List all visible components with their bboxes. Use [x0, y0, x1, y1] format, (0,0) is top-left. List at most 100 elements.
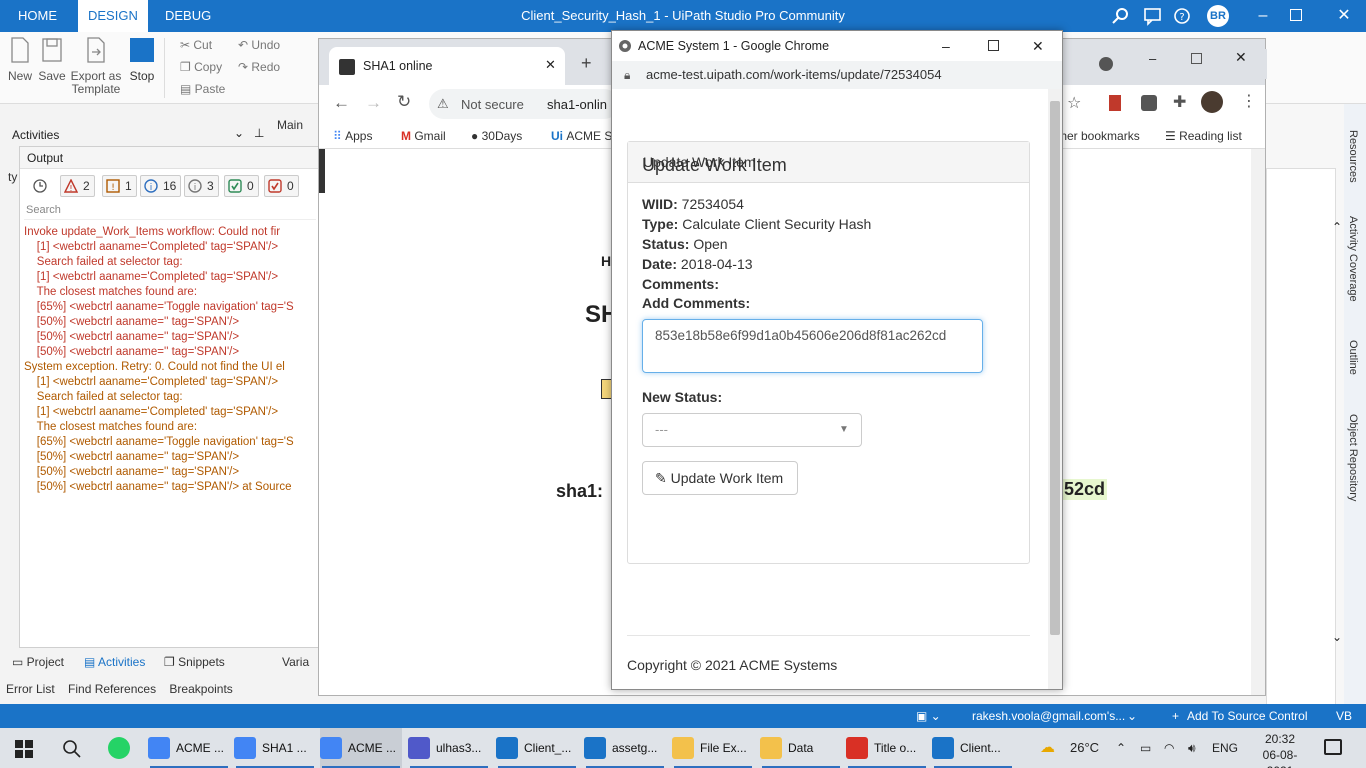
save-button[interactable]: Save [38, 36, 66, 83]
new-status-select[interactable]: --- ▼ [642, 413, 862, 447]
redo-button[interactable]: ↷ Redo [238, 60, 280, 74]
undo-button[interactable]: ↶ Undo [238, 38, 280, 52]
output-log-line[interactable]: Search failed at selector tag: [24, 390, 316, 405]
output-log-line[interactable]: [1] <webctrl aaname='Completed' tag='SPA… [24, 405, 316, 420]
output-log-line[interactable]: [50%] <webctrl aaname='' tag='SPAN'/> [24, 315, 316, 330]
main-tab[interactable]: Main [277, 118, 303, 132]
copy-button[interactable]: ❐ Copy [180, 60, 222, 74]
close-tab-icon[interactable]: ✕ [545, 57, 556, 73]
weather-icon[interactable]: ☁ [1040, 738, 1055, 756]
new-button[interactable]: New [6, 36, 34, 83]
success-filter-button[interactable]: 0 [224, 175, 259, 197]
extension-red-icon[interactable] [1109, 95, 1121, 111]
tab-project[interactable]: ▭ Project [12, 652, 64, 672]
minimize-icon[interactable]: – [942, 31, 950, 61]
clock[interactable]: 20:32 06-08-2021 [1250, 731, 1310, 768]
taskbar-item[interactable]: Data [760, 728, 842, 768]
reload-icon[interactable]: ↻ [397, 92, 411, 112]
more-menu-icon[interactable]: ⋮ [1241, 91, 1257, 111]
help-icon[interactable]: ? [1172, 6, 1194, 26]
tab-variables[interactable]: Varia [282, 652, 309, 672]
chevron-down-icon[interactable]: ⌄ [1332, 630, 1342, 644]
tab-design[interactable]: DESIGN [78, 0, 148, 32]
puzzle-icon[interactable]: ✚ [1173, 92, 1186, 112]
close-button[interactable]: ✕ [1334, 0, 1354, 32]
volume-icon[interactable]: 🔊︎ [1188, 728, 1196, 768]
output-log-line[interactable]: System exception. Retry: 0. Could not fi… [24, 360, 316, 375]
taskbar-item[interactable]: ACME ... [148, 728, 230, 768]
reading-list[interactable]: ☰ Reading list [1165, 127, 1242, 145]
extension-grey-icon[interactable] [1141, 95, 1157, 111]
chevron-up-icon[interactable]: ⌃ [1332, 220, 1342, 234]
avatar[interactable]: BR [1207, 5, 1229, 27]
sha1-tab[interactable]: SHA1 online ✕ [329, 47, 565, 85]
taskbar-item[interactable]: File Ex... [672, 728, 754, 768]
errors-filter-button[interactable]: ! 2 [60, 175, 95, 197]
export-template-button[interactable]: Export as Template [70, 36, 122, 96]
breakpoints-link[interactable]: Breakpoints [169, 682, 232, 696]
pin-icon[interactable]: ⊥ [254, 126, 264, 140]
input-language[interactable]: ENG [1212, 728, 1238, 768]
output-log-line[interactable]: [65%] <webctrl aaname='Toggle navigation… [24, 300, 316, 315]
temperature[interactable]: 26°C [1070, 728, 1099, 768]
paste-button[interactable]: ▤ Paste [180, 82, 225, 96]
minimize-icon[interactable]: – [1149, 51, 1156, 66]
source-control-button[interactable]: Add To Source Control [1187, 704, 1308, 728]
chevron-down-icon[interactable]: ⌄ [234, 126, 244, 140]
output-log-line[interactable]: The closest matches found are: [24, 285, 316, 300]
close-icon[interactable]: ✕ [1032, 31, 1044, 61]
add-comments-textarea[interactable]: 853e18b58e6f99d1a0b45606e206d8f81ac262cd [642, 319, 983, 373]
star-icon[interactable]: ☆ [1067, 93, 1081, 113]
output-log-line[interactable]: [50%] <webctrl aaname='' tag='SPAN'/> [24, 465, 316, 480]
feedback-icon[interactable] [1142, 6, 1164, 26]
taskbar-item[interactable]: Client... [932, 728, 1014, 768]
wifi-icon[interactable]: ◠ [1164, 728, 1174, 768]
tab-home[interactable]: HOME [8, 0, 67, 32]
windows-start-icon[interactable] [15, 740, 33, 758]
clock-icon[interactable] [32, 178, 48, 194]
stop-button[interactable]: Stop [128, 36, 156, 83]
taskbar-item[interactable]: SHA1 ... [234, 728, 316, 768]
battery-icon[interactable]: ▭ [1140, 728, 1151, 768]
taskbar-item[interactable]: assetg... [584, 728, 666, 768]
taskbar-item[interactable]: Title o... [846, 728, 928, 768]
minimize-button[interactable]: – [1248, 0, 1278, 32]
other-bookmarks[interactable]: ther bookmarks [1057, 127, 1140, 145]
tab-activities[interactable]: ▤ Activities [84, 652, 145, 672]
sha1-result-tail[interactable]: 52cd [1062, 479, 1108, 500]
notifications-icon[interactable]: ▣ ⌄ [916, 704, 941, 728]
chevron-up-icon[interactable]: ⌃ [1116, 728, 1126, 768]
bookmark-apps[interactable]: ⠿ Apps [333, 127, 372, 145]
maximize-icon[interactable] [1191, 53, 1202, 64]
output-log-line[interactable]: The closest matches found are: [24, 420, 316, 435]
output-log-line[interactable]: [50%] <webctrl aaname='' tag='SPAN'/> [24, 330, 316, 345]
close-icon[interactable]: ✕ [1235, 49, 1247, 66]
output-log-line[interactable]: [1] <webctrl aaname='Completed' tag='SPA… [24, 375, 316, 390]
cut-button[interactable]: ✂ Cut [180, 38, 212, 52]
bookmark-30days[interactable]: ● 30Days [471, 127, 522, 145]
output-log-line[interactable]: [50%] <webctrl aaname='' tag='SPAN'/> [24, 345, 316, 360]
bookmark-gmail[interactable]: M Gmail [401, 127, 446, 145]
acme-scrollbar-thumb[interactable] [1050, 101, 1060, 635]
tab-snippets[interactable]: ❐ Snippets [164, 652, 225, 672]
profile-dropdown-icon[interactable] [1099, 57, 1113, 71]
acme-scrollbar[interactable] [1048, 89, 1062, 689]
trace-filter-button[interactable]: i 3 [184, 175, 219, 197]
tab-debug[interactable]: DEBUG [155, 0, 221, 32]
output-log-line[interactable]: Invoke update_Work_Items workflow: Could… [24, 225, 316, 240]
tab-object-repository[interactable]: Object Repository [1347, 414, 1359, 501]
search-icon[interactable] [1110, 6, 1132, 26]
sha1-scrollbar[interactable] [1251, 149, 1265, 695]
notification-center-icon[interactable] [1324, 739, 1342, 755]
profile-avatar[interactable] [1201, 91, 1223, 113]
output-search-input[interactable]: Search [24, 204, 316, 220]
warnings-filter-button[interactable]: ! 1 [102, 175, 137, 197]
info-filter-button[interactable]: i 16 [140, 175, 182, 197]
output-log-line[interactable]: [50%] <webctrl aaname='' tag='SPAN'/> at… [24, 480, 316, 495]
output-log-line[interactable]: Search failed at selector tag: [24, 255, 316, 270]
output-log-line[interactable]: [1] <webctrl aaname='Completed' tag='SPA… [24, 270, 316, 285]
new-tab-icon[interactable]: + [581, 53, 592, 74]
tab-activity-coverage[interactable]: Activity Coverage [1347, 216, 1359, 302]
sha1-omnibox[interactable]: ⚠ Not secure sha1-onlin [429, 89, 619, 119]
search-icon[interactable] [62, 739, 82, 759]
